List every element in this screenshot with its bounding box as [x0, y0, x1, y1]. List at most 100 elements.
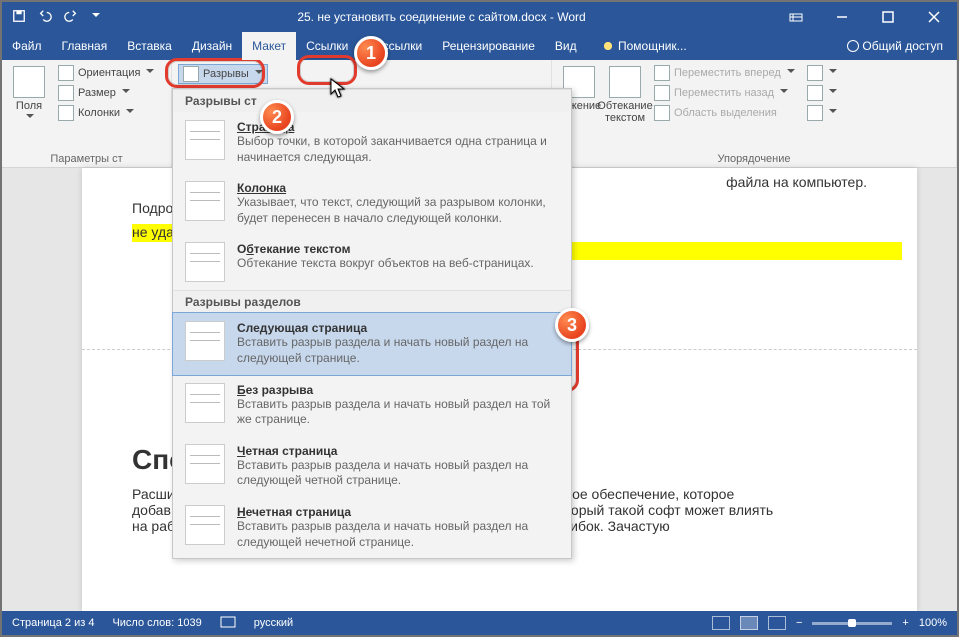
callout-2: 2: [260, 100, 294, 134]
chevron-down-icon: [787, 69, 795, 77]
bulb-icon: [601, 39, 615, 53]
chevron-down-icon: [122, 89, 130, 97]
window-title: 25. не установить соединение с сайтом.do…: [110, 10, 773, 24]
break-continuous[interactable]: Без разрываВставить разрыв раздела и нач…: [173, 375, 571, 436]
columns-label: Колонки: [78, 107, 120, 119]
orientation-button[interactable]: Ориентация: [54, 64, 158, 82]
read-mode-button[interactable]: [712, 616, 730, 630]
status-page[interactable]: Страница 2 из 4: [12, 617, 94, 629]
group-button[interactable]: [803, 84, 841, 102]
share-button[interactable]: Общий доступ: [833, 32, 957, 60]
group-icon: [807, 85, 823, 101]
size-icon: [58, 85, 74, 101]
tab-design[interactable]: Дизайн: [182, 32, 242, 60]
orientation-label: Ориентация: [78, 67, 140, 79]
rotate-button[interactable]: [803, 104, 841, 122]
doc-text: Подро: [132, 200, 173, 216]
align-icon: [807, 65, 823, 81]
breaks-button[interactable]: Разрывы: [178, 64, 268, 84]
tell-me[interactable]: Помощник...: [591, 32, 697, 60]
columns-icon: [58, 105, 74, 121]
print-layout-button[interactable]: [740, 616, 758, 630]
zoom-slider[interactable]: [812, 622, 892, 625]
wrap-icon: [609, 66, 641, 98]
tab-view[interactable]: Вид: [545, 32, 587, 60]
wrap-text-button[interactable]: Обтекание текстом: [604, 64, 646, 151]
tab-insert[interactable]: Вставка: [117, 32, 182, 60]
break-text-wrapping[interactable]: Обтекание текстомОбтекание текста вокруг…: [173, 234, 571, 290]
align-button[interactable]: [803, 64, 841, 82]
selection-pane-icon: [654, 105, 670, 121]
tell-me-label: Помощник...: [618, 39, 687, 53]
ribbon-options-icon[interactable]: [773, 2, 819, 32]
margins-label: Поля: [16, 100, 42, 112]
chevron-down-icon: [829, 89, 837, 97]
item-desc: Выбор точки, в которой заканчивается одн…: [237, 134, 559, 165]
break-even-page[interactable]: Четная страницаВставить разрыв раздела и…: [173, 436, 571, 497]
break-page[interactable]: СтраницаВыбор точки, в которой заканчива…: [173, 112, 571, 173]
tab-file[interactable]: Файл: [2, 32, 52, 60]
selection-pane-label: Область выделения: [674, 107, 777, 119]
columns-button[interactable]: Колонки: [54, 104, 158, 122]
save-icon[interactable]: [12, 9, 26, 26]
dropdown-section-sections: Разрывы разделов: [173, 290, 571, 313]
bring-forward-label: Переместить вперед: [674, 67, 781, 79]
redo-icon[interactable]: [64, 9, 78, 26]
item-title: Колонка: [237, 181, 286, 195]
chevron-down-icon: [26, 114, 34, 122]
rotate-icon: [807, 105, 823, 121]
selection-pane-button[interactable]: Область выделения: [650, 104, 799, 122]
share-label: Общий доступ: [862, 39, 943, 53]
arrange-group-label: Упорядочение: [558, 151, 950, 167]
zoom-in-button[interactable]: +: [902, 617, 908, 629]
tab-layout[interactable]: Макет: [242, 32, 296, 60]
maximize-button[interactable]: [865, 2, 911, 32]
column-break-icon: [185, 181, 225, 221]
breaks-label: Разрывы: [203, 68, 249, 80]
item-title: Следующая страница: [237, 321, 559, 335]
break-odd-page[interactable]: Нечетная страницаВставить разрыв раздела…: [173, 497, 571, 558]
item-desc: Вставить разрыв раздела и начать новый р…: [237, 397, 559, 428]
status-bar: Страница 2 из 4 Число слов: 1039 русский…: [2, 611, 957, 635]
doc-highlight: не уда: [132, 224, 176, 242]
next-page-icon: [185, 321, 225, 361]
status-word-count[interactable]: Число слов: 1039: [112, 617, 201, 629]
margins-icon: [13, 66, 45, 98]
quick-access-toolbar: [2, 9, 110, 26]
doc-text: мное обеспечение, которое: [555, 486, 735, 502]
zoom-out-button[interactable]: −: [796, 617, 802, 629]
tab-references[interactable]: Ссылки: [296, 32, 358, 60]
close-button[interactable]: [911, 2, 957, 32]
tab-review[interactable]: Рецензирование: [432, 32, 545, 60]
proofing-icon[interactable]: [220, 615, 236, 632]
size-button[interactable]: Размер: [54, 84, 158, 102]
bring-forward-icon: [654, 65, 670, 81]
margins-button[interactable]: Поля: [8, 64, 50, 151]
break-column[interactable]: КолонкаУказывает, что текст, следующий з…: [173, 173, 571, 234]
even-page-icon: [185, 444, 225, 484]
undo-icon[interactable]: [38, 9, 52, 26]
ribbon-tabs: Файл Главная Вставка Дизайн Макет Ссылки…: [2, 32, 957, 60]
item-desc: Вставить разрыв раздела и начать новый р…: [237, 335, 559, 366]
status-language[interactable]: русский: [254, 617, 293, 629]
send-backward-label: Переместить назад: [674, 87, 774, 99]
break-next-page[interactable]: Следующая страницаВставить разрыв раздел…: [173, 313, 571, 374]
chevron-down-icon: [829, 69, 837, 77]
send-backward-button[interactable]: Переместить назад: [650, 84, 799, 102]
zoom-level[interactable]: 100%: [919, 617, 947, 629]
person-icon: [847, 40, 859, 52]
tab-home[interactable]: Главная: [52, 32, 118, 60]
continuous-icon: [185, 383, 225, 423]
callout-3: 3: [555, 308, 589, 342]
size-label: Размер: [78, 87, 116, 99]
bring-forward-button[interactable]: Переместить вперед: [650, 64, 799, 82]
orientation-icon: [58, 65, 74, 81]
textwrap-break-icon: [185, 242, 225, 282]
qat-customize-icon[interactable]: [92, 13, 100, 21]
chevron-down-icon: [780, 89, 788, 97]
doc-text: который такой софт может влиять: [551, 502, 773, 518]
minimize-button[interactable]: [819, 2, 865, 32]
page-setup-group-label: Параметры ст: [8, 151, 165, 167]
web-layout-button[interactable]: [768, 616, 786, 630]
wrap-label: Обтекание текстом: [595, 100, 655, 124]
